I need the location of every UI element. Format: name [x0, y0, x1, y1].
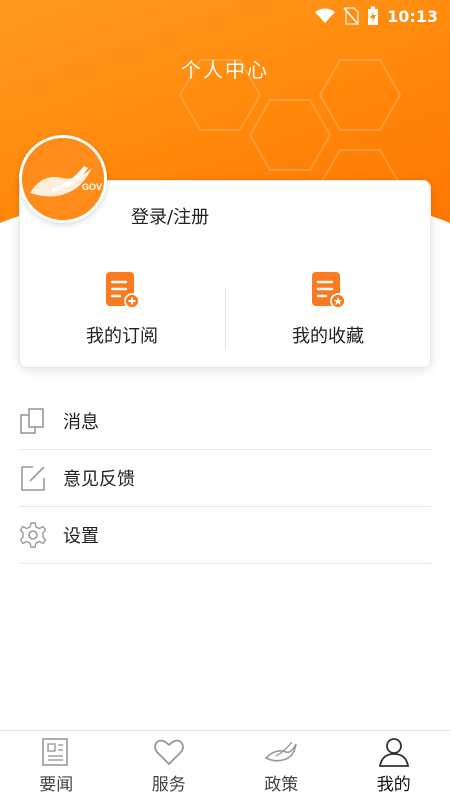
tab-label: 服务	[151, 775, 186, 795]
page-title: 个人中心	[181, 58, 269, 82]
my-favorites-button[interactable]: 我的收藏	[225, 270, 431, 348]
tab-label: 我的	[376, 775, 411, 795]
menu-item-label: 消息	[63, 412, 99, 433]
policy-bird-icon	[264, 741, 298, 762]
menu-item-messages[interactable]: 消息	[19, 393, 431, 450]
status-bar: 10:13	[0, 0, 450, 32]
menu-item-label: 意见反馈	[63, 469, 135, 490]
message-icon	[20, 408, 44, 434]
tab-label: 要闻	[39, 775, 74, 795]
my-subscriptions-label: 我的订阅	[86, 326, 158, 347]
menu-item-feedback[interactable]: 意见反馈	[19, 450, 431, 507]
no-sim-icon	[343, 7, 359, 25]
subscribe-document-icon	[106, 272, 140, 309]
avatar-logo-text: GOV	[82, 182, 102, 192]
status-time: 10:13	[387, 6, 438, 26]
login-register-link[interactable]: 登录/注册	[131, 203, 209, 229]
tab-services[interactable]: 服务	[113, 731, 226, 800]
menu-item-label: 设置	[63, 526, 99, 547]
heart-icon	[153, 739, 184, 766]
tab-label: 政策	[264, 775, 299, 795]
favorite-document-icon	[312, 272, 346, 309]
tab-news[interactable]: 要闻	[0, 731, 113, 800]
my-favorites-label: 我的收藏	[292, 326, 364, 347]
menu-item-settings[interactable]: 设置	[19, 507, 431, 564]
feedback-edit-icon	[21, 466, 45, 491]
bottom-tab-bar: 要闻 服务 政策 我的	[0, 730, 450, 800]
battery-charging-icon	[368, 6, 379, 25]
avatar[interactable]: GOV	[19, 135, 107, 223]
wifi-icon	[315, 8, 336, 23]
user-icon	[378, 738, 409, 767]
tab-mine[interactable]: 我的	[338, 731, 450, 800]
tab-policy[interactable]: 政策	[225, 731, 338, 800]
gear-icon	[19, 522, 47, 548]
settings-menu: 消息 意见反馈 设置	[19, 393, 431, 564]
my-subscriptions-button[interactable]: 我的订阅	[19, 270, 225, 348]
news-icon	[42, 738, 69, 766]
